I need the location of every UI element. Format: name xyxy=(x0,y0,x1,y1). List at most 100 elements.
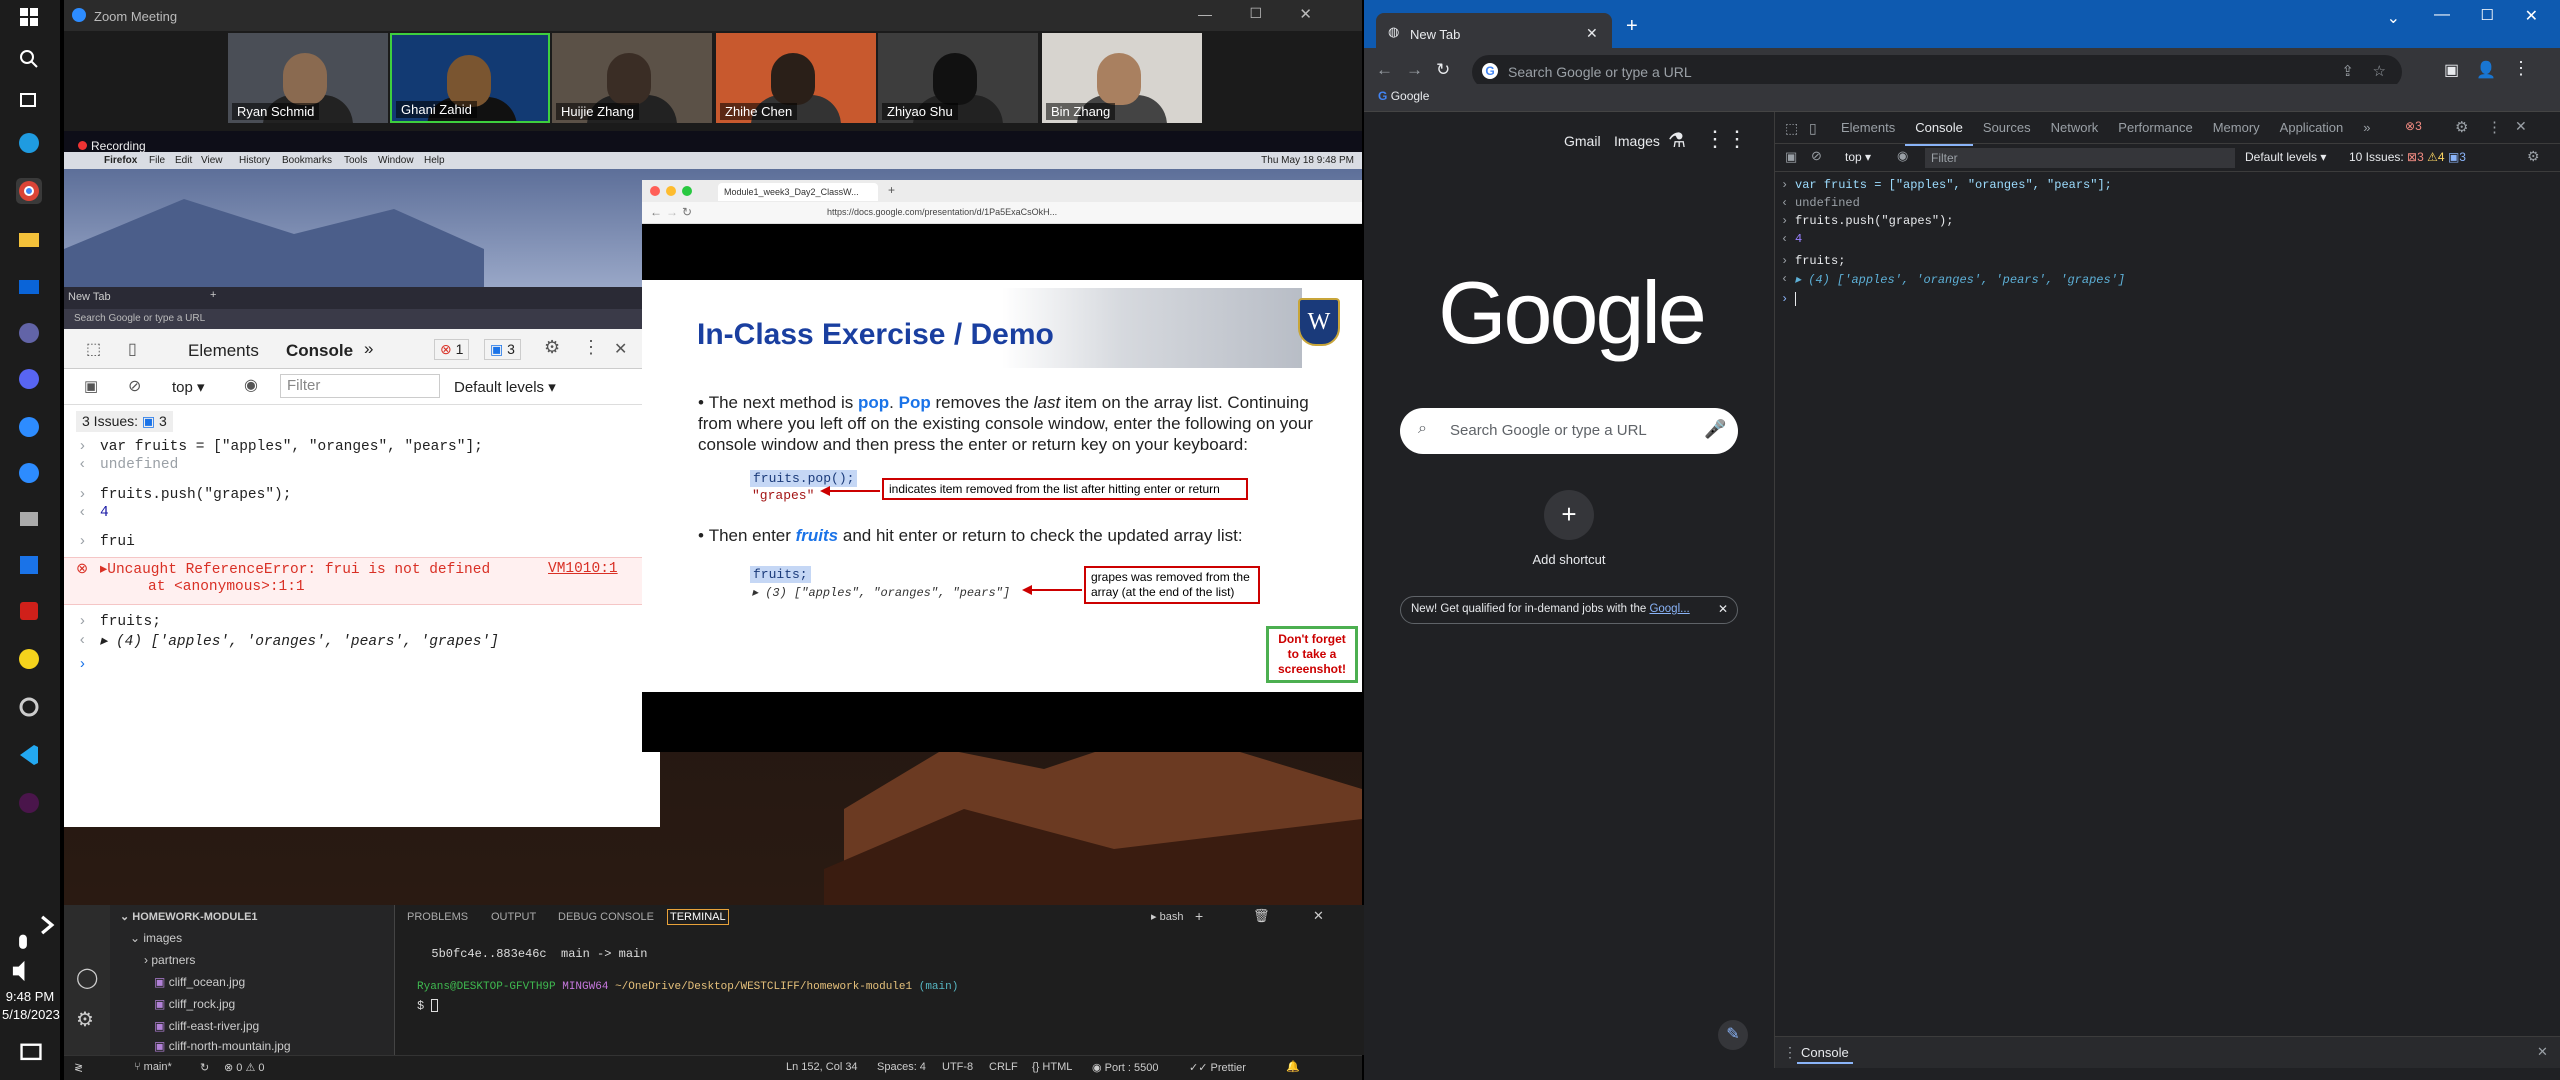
devtools-tab-sources[interactable]: Sources xyxy=(1973,112,2041,144)
inner-issue-badge[interactable]: ▣ 3 xyxy=(484,339,521,360)
inner-browser-tab[interactable]: New Tab xyxy=(68,291,111,303)
close-tab-icon[interactable]: ✕ xyxy=(1586,25,1598,42)
manage-gear-icon[interactable]: ⚙ xyxy=(76,1007,94,1032)
new-tab-icon[interactable]: + xyxy=(1626,15,1638,38)
clear-console-icon[interactable]: ⊘ xyxy=(128,376,141,396)
more-tabs-icon[interactable]: » xyxy=(2353,112,2380,144)
status-language[interactable]: {} HTML xyxy=(1032,1061,1072,1073)
error-source-link[interactable]: VM1010:1 xyxy=(548,561,618,577)
slack-icon[interactable] xyxy=(16,790,42,816)
remote-icon[interactable]: ≷ xyxy=(74,1061,83,1074)
settings-gear-icon[interactable]: ⚙ xyxy=(2455,118,2468,136)
gmail-link[interactable]: Gmail xyxy=(1564,133,1601,149)
tree-file[interactable]: ▣ cliff_rock.jpg xyxy=(154,997,235,1011)
mac-menu-bookmarks[interactable]: Bookmarks xyxy=(282,155,332,166)
teams-icon[interactable] xyxy=(16,320,42,346)
edge-icon[interactable] xyxy=(16,130,42,156)
customize-pencil-icon[interactable]: ✎ xyxy=(1718,1020,1748,1050)
settings-icon[interactable] xyxy=(16,694,42,720)
mac-menu-window[interactable]: Window xyxy=(378,155,414,166)
side-panel-icon[interactable]: ▣ xyxy=(2444,60,2459,80)
inner-context-select[interactable]: top ▾ xyxy=(172,378,205,396)
console-settings-icon[interactable]: ⚙ xyxy=(2527,148,2540,165)
speaker-icon[interactable] xyxy=(10,958,28,982)
close-icon[interactable]: ✕ xyxy=(2525,6,2538,26)
tree-file[interactable]: ▣ cliff-north-mountain.jpg xyxy=(154,1039,291,1053)
labs-flask-icon[interactable]: ⚗ xyxy=(1668,128,1686,153)
mac-menu-view[interactable]: View xyxy=(201,155,223,166)
mac-zoom-icon[interactable] xyxy=(682,186,692,196)
close-panel-icon[interactable]: ✕ xyxy=(1313,908,1324,924)
device-toggle-icon[interactable]: ▯ xyxy=(128,339,137,359)
console-prompt-icon[interactable]: › xyxy=(78,657,87,673)
terminal-shell-select[interactable]: ▸ bash xyxy=(1151,910,1183,923)
participant-tile[interactable]: Ryan Schmid xyxy=(228,33,388,123)
sidebar-toggle-icon[interactable]: ▣ xyxy=(84,377,98,395)
panel-tab-output[interactable]: OUTPUT xyxy=(491,911,536,923)
participant-tile[interactable]: Bin Zhang xyxy=(1042,33,1202,123)
tab-search-icon[interactable]: ⌄ xyxy=(2387,8,2400,28)
close-devtools-icon[interactable]: ✕ xyxy=(614,339,627,359)
maximize-icon[interactable]: ☐ xyxy=(1249,5,1262,22)
minimize-icon[interactable]: — xyxy=(1198,6,1212,22)
tree-folder[interactable]: › partners xyxy=(144,953,195,967)
ntp-search-box[interactable]: ⌕ Search Google or type a URL 🎤 xyxy=(1400,408,1738,454)
zoom-alt-icon[interactable] xyxy=(16,460,42,486)
status-indent[interactable]: Spaces: 4 xyxy=(877,1061,926,1073)
inner-tab-console[interactable]: Console xyxy=(286,341,353,361)
zoom-icon[interactable] xyxy=(16,414,42,440)
more-tabs-icon[interactable]: » xyxy=(364,339,373,359)
search-icon[interactable] xyxy=(16,46,42,72)
taskbar-clock[interactable]: 9:48 PM 5/18/2023 xyxy=(2,988,60,1024)
close-icon[interactable]: ✕ xyxy=(1299,5,1312,23)
minimize-icon[interactable]: — xyxy=(2434,6,2450,24)
notification-bell-icon[interactable]: 🔔 xyxy=(1286,1060,1300,1073)
reload-icon[interactable]: ↻ xyxy=(1436,60,1450,80)
inner-issues-bar[interactable]: 3 Issues: ▣ 3 xyxy=(76,411,173,432)
inner-error-badge[interactable]: ⊗ 1 xyxy=(434,339,470,360)
console-array[interactable]: ▸ (4) ['apples', 'oranges', 'pears', 'gr… xyxy=(1795,272,2125,287)
console-error[interactable]: ▸Uncaught ReferenceError: frui is not de… xyxy=(100,561,490,578)
tree-folder[interactable]: ⌄ images xyxy=(130,931,182,945)
mac-menu-file[interactable]: File xyxy=(149,155,165,166)
status-branch[interactable]: ⑂ main* xyxy=(134,1061,172,1073)
mac-menu-help[interactable]: Help xyxy=(424,155,445,166)
bookmark-google[interactable]: G Google xyxy=(1378,89,1429,103)
share-icon[interactable]: ⇪ xyxy=(2341,62,2354,80)
new-tab-icon[interactable]: + xyxy=(888,183,895,197)
settings-gear-icon[interactable]: ⚙ xyxy=(544,337,560,358)
panel-tab-terminal[interactable]: TERMINAL xyxy=(667,909,729,925)
mac-close-icon[interactable] xyxy=(650,186,660,196)
kebab-menu-icon[interactable]: ⋮ xyxy=(582,337,600,358)
context-select[interactable]: top ▾ xyxy=(1845,150,1871,164)
participant-tile-active[interactable]: Ghani Zahid xyxy=(390,33,550,123)
mac-menu-app[interactable]: Firefox xyxy=(104,155,137,166)
notification-icon[interactable] xyxy=(18,1040,42,1062)
inner-browser-addressbar[interactable]: Search Google or type a URL xyxy=(64,309,660,329)
status-eol[interactable]: CRLF xyxy=(989,1061,1018,1073)
devtools-tab-memory[interactable]: Memory xyxy=(2203,112,2270,144)
store-icon[interactable] xyxy=(16,506,42,532)
microphone-icon[interactable] xyxy=(10,932,27,952)
voice-search-icon[interactable]: 🎤 xyxy=(1704,419,1726,440)
eye-icon[interactable]: ◉ xyxy=(1897,148,1908,164)
slides-tab[interactable]: Module1_week3_Day2_ClassW... xyxy=(718,183,878,201)
clear-console-icon[interactable]: ⊘ xyxy=(1811,148,1822,164)
devtools-tab-elements[interactable]: Elements xyxy=(1831,112,1905,144)
devtools-tab-performance[interactable]: Performance xyxy=(2108,112,2202,144)
vscode-icon[interactable] xyxy=(16,742,42,768)
participant-tile[interactable]: Zhihe Chen xyxy=(716,33,876,123)
console-prompt-icon[interactable]: › xyxy=(1781,292,1788,306)
device-toggle-icon[interactable]: ▯ xyxy=(1809,120,1817,137)
devtools-tab-application[interactable]: Application xyxy=(2270,112,2354,144)
devtools-error-badge[interactable]: ⊗3 xyxy=(2405,119,2422,133)
devtools-tab-network[interactable]: Network xyxy=(2041,112,2109,144)
drawer-tab-console[interactable]: Console xyxy=(1797,1045,1853,1064)
kebab-menu-icon[interactable]: ⋮ xyxy=(2487,118,2502,136)
back-icon[interactable]: ← xyxy=(1376,60,1393,80)
close-promo-icon[interactable]: ✕ xyxy=(1718,602,1728,616)
chrome-icon[interactable] xyxy=(16,178,42,204)
bookmark-star-icon[interactable]: ☆ xyxy=(2373,62,2386,80)
add-shortcut-icon[interactable]: + xyxy=(1544,490,1594,540)
console-array[interactable]: ▸ (4) ['apples', 'oranges', 'pears', 'gr… xyxy=(100,633,499,650)
